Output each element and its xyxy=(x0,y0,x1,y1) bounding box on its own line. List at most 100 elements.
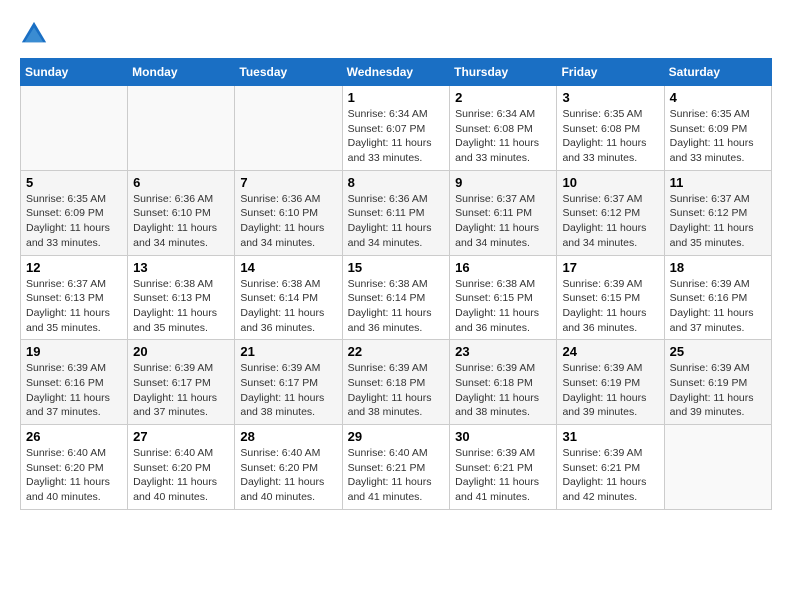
calendar-cell: 3 Sunrise: 6:35 AM Sunset: 6:08 PM Daylig… xyxy=(557,86,664,171)
calendar-cell: 4 Sunrise: 6:35 AM Sunset: 6:09 PM Daylig… xyxy=(664,86,771,171)
day-info: Sunrise: 6:39 AM Sunset: 6:16 PM Dayligh… xyxy=(670,277,766,336)
day-number: 24 xyxy=(562,344,658,359)
calendar-cell: 14Sunrise: 6:38 AM Sunset: 6:14 PM Dayli… xyxy=(235,255,342,340)
calendar-cell: 12 Sunrise: 6:37 AM Sunset: 6:13 PM Dayli… xyxy=(21,255,128,340)
day-info: Sunrise: 6:37 AM Sunset: 6:12 PM Dayligh… xyxy=(562,192,658,251)
day-number: 30 xyxy=(455,429,551,444)
day-number: 2 xyxy=(455,90,551,105)
calendar-cell: 6Sunrise: 6:36 AM Sunset: 6:10 PM Daylig… xyxy=(128,170,235,255)
calendar-cell: 19 Sunrise: 6:39 AM Sunset: 6:16 PM Dayli… xyxy=(21,340,128,425)
day-number: 1 xyxy=(348,90,445,105)
logo xyxy=(20,20,52,48)
day-info: Sunrise: 6:39 AM Sunset: 6:16 PM Dayligh… xyxy=(26,361,122,420)
calendar-cell: 27Sunrise: 6:40 AM Sunset: 6:20 PM Dayli… xyxy=(128,425,235,510)
day-info: Sunrise: 6:36 AM Sunset: 6:11 PM Dayligh… xyxy=(348,192,445,251)
day-number: 12 xyxy=(26,260,122,275)
day-number: 20 xyxy=(133,344,229,359)
calendar-cell: 10Sunrise: 6:37 AM Sunset: 6:12 PM Dayli… xyxy=(557,170,664,255)
day-number: 13 xyxy=(133,260,229,275)
calendar-cell: 15Sunrise: 6:38 AM Sunset: 6:14 PM Dayli… xyxy=(342,255,450,340)
calendar-cell: 18 Sunrise: 6:39 AM Sunset: 6:16 PM Dayli… xyxy=(664,255,771,340)
day-number: 19 xyxy=(26,344,122,359)
day-number: 28 xyxy=(240,429,336,444)
calendar-week-row: 1 Sunrise: 6:34 AM Sunset: 6:07 PM Daylig… xyxy=(21,86,772,171)
day-info: Sunrise: 6:39 AM Sunset: 6:18 PM Dayligh… xyxy=(348,361,445,420)
calendar-cell: 1 Sunrise: 6:34 AM Sunset: 6:07 PM Daylig… xyxy=(342,86,450,171)
day-info: Sunrise: 6:39 AM Sunset: 6:17 PM Dayligh… xyxy=(240,361,336,420)
day-number: 17 xyxy=(562,260,658,275)
day-number: 16 xyxy=(455,260,551,275)
day-number: 4 xyxy=(670,90,766,105)
day-info: Sunrise: 6:35 AM Sunset: 6:08 PM Dayligh… xyxy=(562,107,658,166)
day-info: Sunrise: 6:40 AM Sunset: 6:20 PM Dayligh… xyxy=(240,446,336,505)
calendar-cell: 16 Sunrise: 6:38 AM Sunset: 6:15 PM Dayli… xyxy=(450,255,557,340)
calendar-cell xyxy=(664,425,771,510)
logo-icon xyxy=(20,20,48,48)
day-info: Sunrise: 6:35 AM Sunset: 6:09 PM Dayligh… xyxy=(670,107,766,166)
calendar-cell xyxy=(235,86,342,171)
day-info: Sunrise: 6:37 AM Sunset: 6:13 PM Dayligh… xyxy=(26,277,122,336)
day-info: Sunrise: 6:39 AM Sunset: 6:21 PM Dayligh… xyxy=(455,446,551,505)
day-number: 29 xyxy=(348,429,445,444)
day-number: 23 xyxy=(455,344,551,359)
calendar-table: SundayMondayTuesdayWednesdayThursdayFrid… xyxy=(20,58,772,510)
day-info: Sunrise: 6:37 AM Sunset: 6:11 PM Dayligh… xyxy=(455,192,551,251)
day-header-tuesday: Tuesday xyxy=(235,59,342,86)
day-info: Sunrise: 6:40 AM Sunset: 6:21 PM Dayligh… xyxy=(348,446,445,505)
day-number: 31 xyxy=(562,429,658,444)
day-header-monday: Monday xyxy=(128,59,235,86)
day-info: Sunrise: 6:39 AM Sunset: 6:21 PM Dayligh… xyxy=(562,446,658,505)
day-number: 21 xyxy=(240,344,336,359)
calendar-week-row: 5 Sunrise: 6:35 AM Sunset: 6:09 PM Daylig… xyxy=(21,170,772,255)
calendar-cell: 24 Sunrise: 6:39 AM Sunset: 6:19 PM Dayli… xyxy=(557,340,664,425)
calendar-cell: 2Sunrise: 6:34 AM Sunset: 6:08 PM Daylig… xyxy=(450,86,557,171)
day-info: Sunrise: 6:38 AM Sunset: 6:13 PM Dayligh… xyxy=(133,277,229,336)
day-info: Sunrise: 6:39 AM Sunset: 6:18 PM Dayligh… xyxy=(455,361,551,420)
calendar-cell: 28 Sunrise: 6:40 AM Sunset: 6:20 PM Dayli… xyxy=(235,425,342,510)
day-number: 3 xyxy=(562,90,658,105)
calendar-cell: 20 Sunrise: 6:39 AM Sunset: 6:17 PM Dayli… xyxy=(128,340,235,425)
day-number: 15 xyxy=(348,260,445,275)
calendar-cell: 31 Sunrise: 6:39 AM Sunset: 6:21 PM Dayli… xyxy=(557,425,664,510)
day-header-saturday: Saturday xyxy=(664,59,771,86)
day-info: Sunrise: 6:38 AM Sunset: 6:14 PM Dayligh… xyxy=(240,277,336,336)
calendar-cell: 9 Sunrise: 6:37 AM Sunset: 6:11 PM Daylig… xyxy=(450,170,557,255)
calendar-week-row: 26 Sunrise: 6:40 AM Sunset: 6:20 PM Dayli… xyxy=(21,425,772,510)
day-info: Sunrise: 6:39 AM Sunset: 6:19 PM Dayligh… xyxy=(562,361,658,420)
day-header-wednesday: Wednesday xyxy=(342,59,450,86)
calendar-header-row: SundayMondayTuesdayWednesdayThursdayFrid… xyxy=(21,59,772,86)
calendar-cell xyxy=(128,86,235,171)
calendar-cell: 8 Sunrise: 6:36 AM Sunset: 6:11 PM Daylig… xyxy=(342,170,450,255)
calendar-cell xyxy=(21,86,128,171)
day-number: 6 xyxy=(133,175,229,190)
day-number: 9 xyxy=(455,175,551,190)
calendar-cell: 23 Sunrise: 6:39 AM Sunset: 6:18 PM Dayli… xyxy=(450,340,557,425)
day-info: Sunrise: 6:39 AM Sunset: 6:17 PM Dayligh… xyxy=(133,361,229,420)
day-header-friday: Friday xyxy=(557,59,664,86)
calendar-week-row: 12 Sunrise: 6:37 AM Sunset: 6:13 PM Dayli… xyxy=(21,255,772,340)
day-info: Sunrise: 6:34 AM Sunset: 6:07 PM Dayligh… xyxy=(348,107,445,166)
day-number: 7 xyxy=(240,175,336,190)
day-header-thursday: Thursday xyxy=(450,59,557,86)
day-info: Sunrise: 6:36 AM Sunset: 6:10 PM Dayligh… xyxy=(240,192,336,251)
day-number: 26 xyxy=(26,429,122,444)
day-number: 27 xyxy=(133,429,229,444)
calendar-cell: 11Sunrise: 6:37 AM Sunset: 6:12 PM Dayli… xyxy=(664,170,771,255)
day-number: 18 xyxy=(670,260,766,275)
day-number: 11 xyxy=(670,175,766,190)
calendar-cell: 7 Sunrise: 6:36 AM Sunset: 6:10 PM Daylig… xyxy=(235,170,342,255)
day-number: 25 xyxy=(670,344,766,359)
day-info: Sunrise: 6:39 AM Sunset: 6:15 PM Dayligh… xyxy=(562,277,658,336)
page-header xyxy=(20,20,772,48)
day-number: 8 xyxy=(348,175,445,190)
day-info: Sunrise: 6:38 AM Sunset: 6:15 PM Dayligh… xyxy=(455,277,551,336)
day-info: Sunrise: 6:35 AM Sunset: 6:09 PM Dayligh… xyxy=(26,192,122,251)
day-number: 5 xyxy=(26,175,122,190)
day-info: Sunrise: 6:40 AM Sunset: 6:20 PM Dayligh… xyxy=(26,446,122,505)
calendar-cell: 13 Sunrise: 6:38 AM Sunset: 6:13 PM Dayli… xyxy=(128,255,235,340)
day-header-sunday: Sunday xyxy=(21,59,128,86)
calendar-cell: 5 Sunrise: 6:35 AM Sunset: 6:09 PM Daylig… xyxy=(21,170,128,255)
calendar-week-row: 19 Sunrise: 6:39 AM Sunset: 6:16 PM Dayli… xyxy=(21,340,772,425)
day-number: 22 xyxy=(348,344,445,359)
calendar-cell: 25Sunrise: 6:39 AM Sunset: 6:19 PM Dayli… xyxy=(664,340,771,425)
